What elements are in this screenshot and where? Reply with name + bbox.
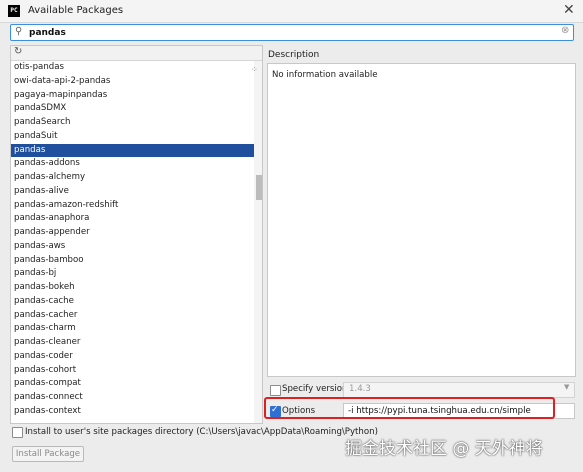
- package-list-item[interactable]: pandas-bokeh: [11, 281, 254, 295]
- install-user-checkbox[interactable]: [12, 427, 23, 438]
- highlight-box: [264, 397, 555, 419]
- package-list-item[interactable]: pandas-bj: [11, 267, 254, 281]
- pycharm-app-icon: PC: [8, 5, 20, 17]
- package-list-item[interactable]: pandaSuit: [11, 130, 254, 144]
- package-list-item[interactable]: pandas-appender: [11, 226, 254, 240]
- package-list-item[interactable]: pandas-cleaner: [11, 336, 254, 350]
- package-list-item[interactable]: pandas-coder: [11, 350, 254, 364]
- chevron-down-icon: ▼: [564, 383, 570, 391]
- package-list-item[interactable]: pandas-addons: [11, 157, 254, 171]
- package-list-panel: ↻ otis-pandas owi-data-api-2-pandas pagaya…: [10, 45, 263, 424]
- install-user-label: Install to user's site packages director…: [25, 427, 378, 437]
- search-icon: ⚲: [15, 26, 23, 37]
- install-package-button[interactable]: Install Package: [12, 446, 84, 462]
- package-list-item[interactable]: pandas-cohort: [11, 364, 254, 378]
- package-list-item[interactable]: pandas-charm: [11, 322, 254, 336]
- package-list-item[interactable]: pandaSDMX: [11, 102, 254, 116]
- specify-version-checkbox[interactable]: [270, 385, 281, 396]
- package-list-item[interactable]: pandas-alive: [11, 185, 254, 199]
- description-text: No information available: [272, 70, 378, 80]
- close-icon[interactable]: ✕: [563, 2, 575, 18]
- package-list-item[interactable]: otis-pandas: [11, 61, 254, 75]
- description-label: Description: [268, 50, 320, 60]
- clear-search-icon[interactable]: ⊗: [561, 25, 569, 36]
- package-list[interactable]: otis-pandas owi-data-api-2-pandas pagaya-m…: [11, 61, 254, 419]
- version-value: 1.4.3: [349, 384, 371, 394]
- list-toolbar: ↻: [11, 46, 262, 61]
- package-list-item[interactable]: pandas-alchemy: [11, 171, 254, 185]
- watermark: 掘金技术社区 @ 天外神将: [345, 439, 543, 459]
- package-list-item[interactable]: pagaya-mapinpandas: [11, 89, 254, 103]
- window-title: Available Packages: [28, 5, 124, 16]
- package-list-item[interactable]: pandas-cacher: [11, 309, 254, 323]
- package-list-item[interactable]: pandas-context: [11, 405, 254, 419]
- loading-spinner-icon: ⁘: [251, 65, 258, 74]
- specify-version-label: Specify version: [282, 384, 348, 394]
- package-list-item[interactable]: pandas-cache: [11, 295, 254, 309]
- scrollbar-thumb[interactable]: [256, 175, 262, 200]
- refresh-icon[interactable]: ↻: [14, 46, 22, 57]
- search-input[interactable]: [29, 25, 549, 40]
- package-list-item[interactable]: pandaSearch: [11, 116, 254, 130]
- title-bar: PC Available Packages ✕: [0, 0, 583, 23]
- description-panel: No information available: [267, 63, 576, 377]
- scrollbar-track[interactable]: [254, 61, 262, 423]
- package-list-item[interactable]: pandas: [11, 143, 254, 158]
- version-select[interactable]: 1.4.3 ▼: [343, 382, 575, 398]
- package-list-item[interactable]: pandas-compat: [11, 377, 254, 391]
- package-list-item[interactable]: pandas-connect: [11, 391, 254, 405]
- search-box[interactable]: ⚲ ⊗: [10, 24, 574, 41]
- package-list-item[interactable]: pandas-amazon-redshift: [11, 199, 254, 213]
- package-list-item[interactable]: pandas-aws: [11, 240, 254, 254]
- package-list-item[interactable]: owi-data-api-2-pandas: [11, 75, 254, 89]
- package-list-item[interactable]: pandas-bamboo: [11, 254, 254, 268]
- package-list-item[interactable]: pandas-anaphora: [11, 212, 254, 226]
